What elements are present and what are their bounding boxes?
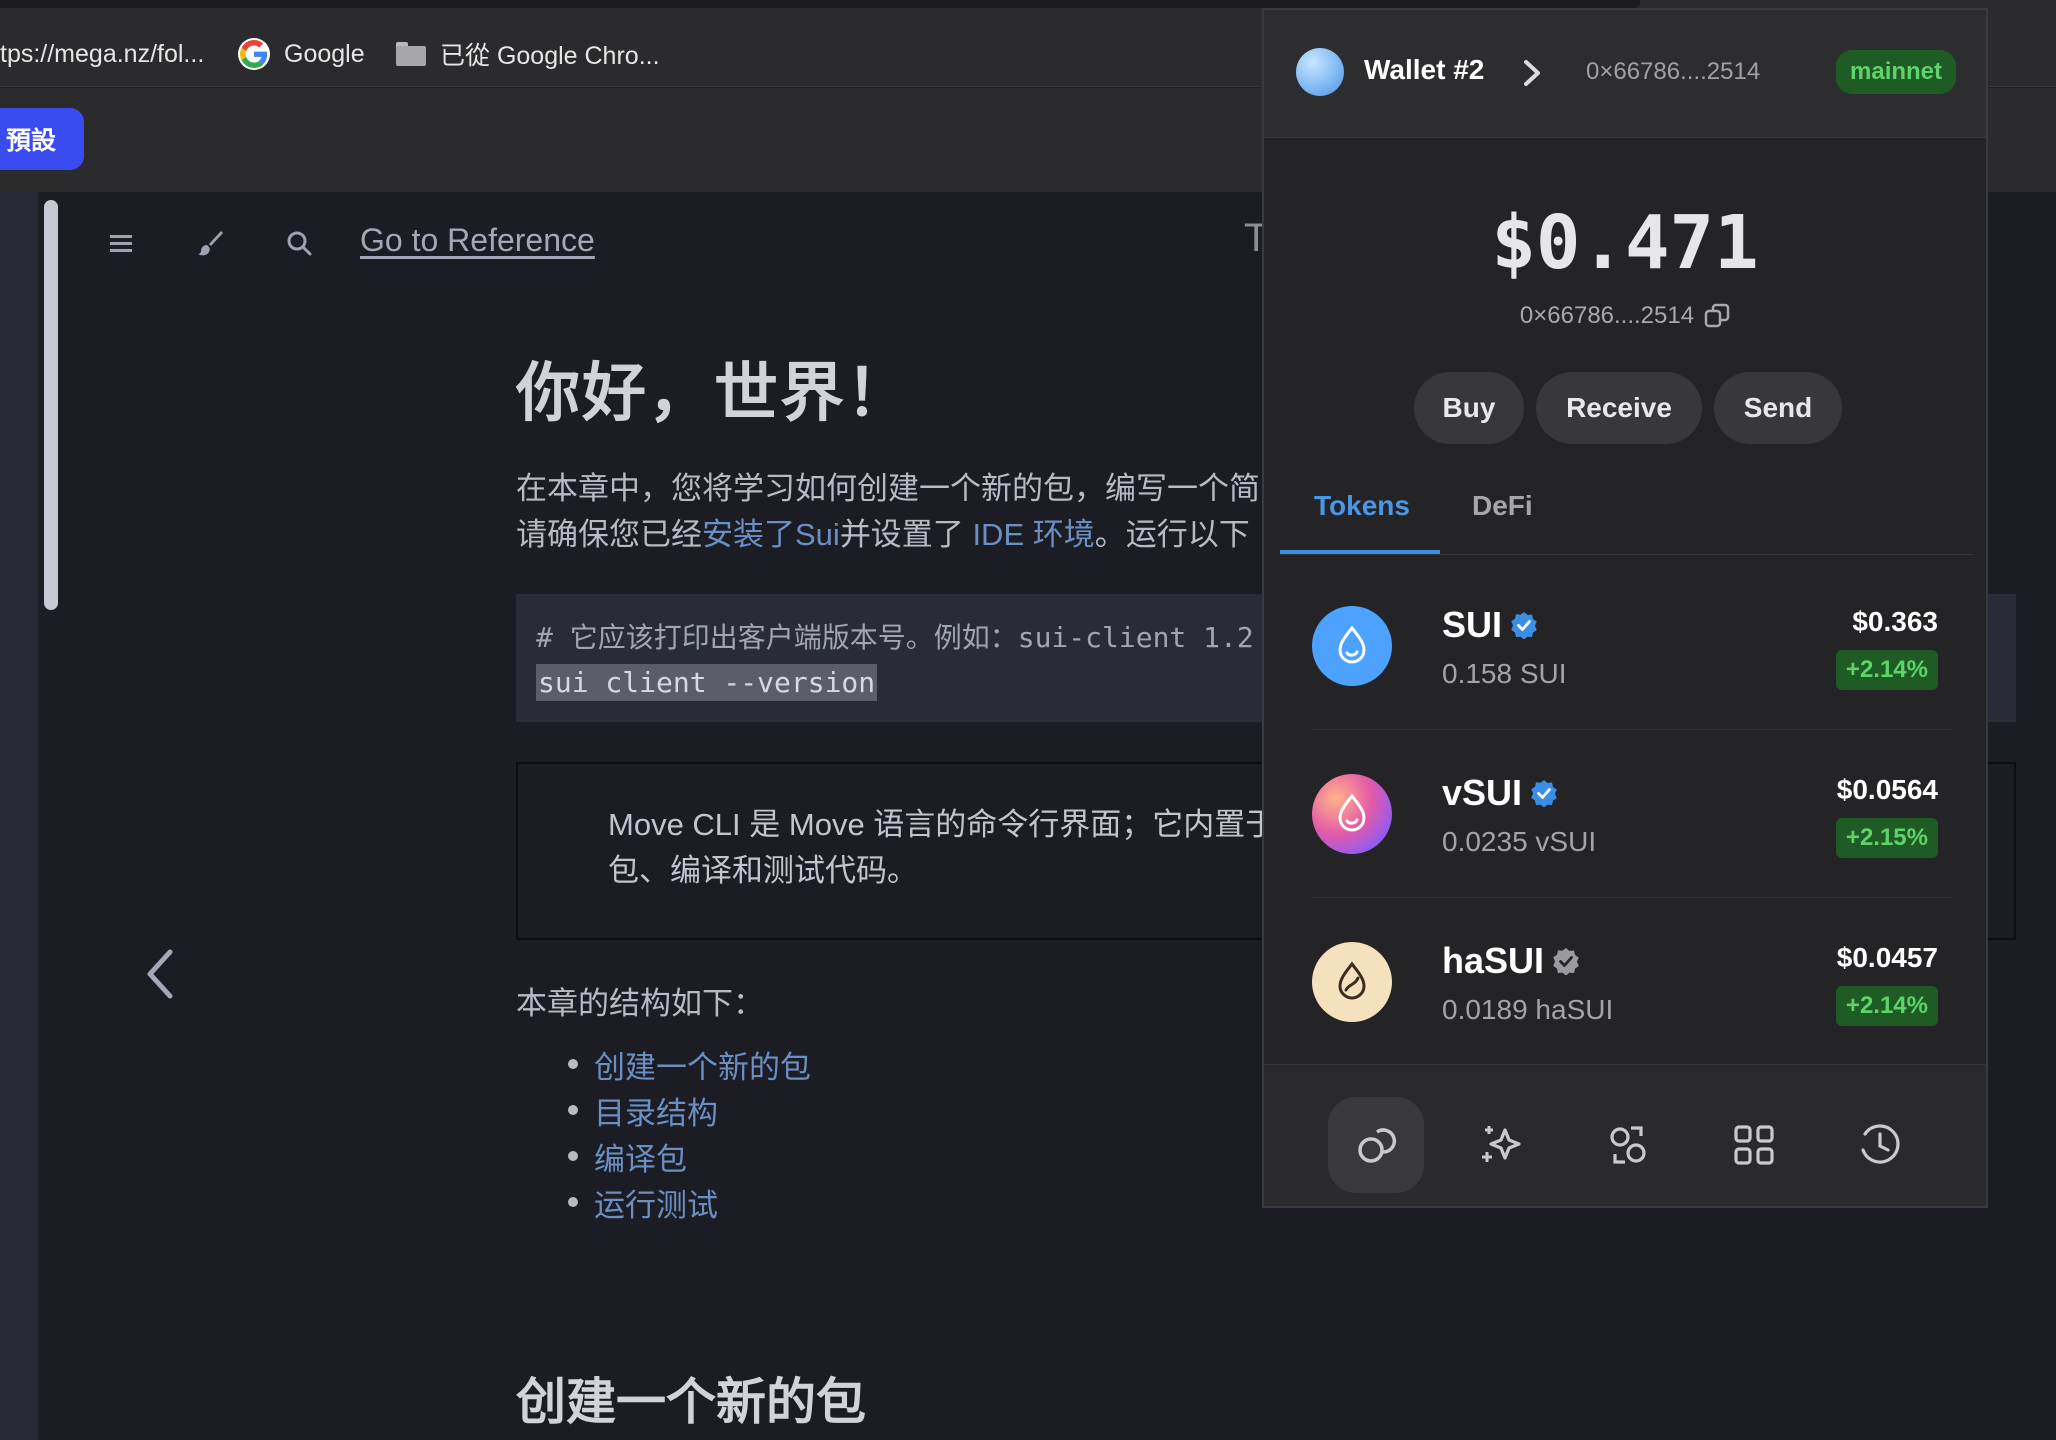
token-change-badge: +2.14% xyxy=(1835,650,1938,690)
toc-link[interactable]: 编译包 xyxy=(568,1134,811,1180)
token-symbol-text: vSUI xyxy=(1442,772,1523,813)
token-amount: 0.0189 haSUI xyxy=(1442,994,1614,1025)
token-row-sui[interactable]: SUI 0.158 SUI $0.363 +2.14% xyxy=(1312,562,1952,730)
chevron-right-icon[interactable] xyxy=(1518,56,1546,90)
intro-line-2: 请确保您已经安装了Sui并设置了 IDE 环境。运行以下 xyxy=(516,512,1250,558)
bookmark-label: Google xyxy=(284,39,365,68)
token-symbol-text: SUI xyxy=(1442,604,1503,645)
total-balance: $0.471 xyxy=(1491,200,1759,286)
intro-text: 。运行以下 xyxy=(1094,517,1250,552)
intro-text: 请确保您已经 xyxy=(516,517,702,552)
install-sui-link[interactable]: 安装了Sui xyxy=(702,517,840,552)
token-change-badge: +2.15% xyxy=(1835,818,1938,858)
token-amount: 0.158 SUI xyxy=(1442,658,1567,689)
note-line: 包、编译和测试代码。 xyxy=(608,853,918,888)
section-heading: 创建一个新的包 xyxy=(516,1374,866,1430)
nav-swap[interactable] xyxy=(1580,1097,1676,1193)
code-command-selected[interactable]: sui client --version xyxy=(536,664,878,701)
address-copy-row: 0×66786....2514 xyxy=(1264,302,1986,330)
nav-apps[interactable] xyxy=(1706,1097,1802,1193)
token-row-hasui[interactable]: haSUI 0.0189 haSUI $0.0457 +2.14% xyxy=(1312,898,1952,1066)
address-text: 0×66786....2514 xyxy=(1519,302,1695,329)
bookmark-mega[interactable]: tps://mega.nz/fol... xyxy=(0,39,204,69)
go-to-reference-link[interactable]: Go to Reference xyxy=(360,222,595,259)
scrollbar-thumb[interactable] xyxy=(44,200,58,610)
wallet-popup: Wallet #2 0×66786....2514 mainnet $0.471… xyxy=(1262,8,1988,1208)
table-of-contents: 创建一个新的包 目录结构 编译包 运行测试 xyxy=(568,1042,811,1226)
toc-link[interactable]: 创建一个新的包 xyxy=(568,1042,811,1088)
wallet-name[interactable]: Wallet #2 xyxy=(1364,54,1484,86)
history-icon xyxy=(1861,1124,1900,1164)
intro-text: 并设置了 xyxy=(839,517,964,552)
tab-tokens[interactable]: Tokens xyxy=(1314,490,1410,522)
sidebar-rail xyxy=(0,192,38,1440)
toc-intro: 本章的结构如下： xyxy=(516,986,764,1021)
token-row-vsui[interactable]: vSUI 0.0235 vSUI $0.0564 +2.15% xyxy=(1312,730,1952,898)
wallet-avatar[interactable] xyxy=(1296,48,1344,96)
tab-bar xyxy=(0,0,1640,8)
token-symbol: vSUI xyxy=(1442,772,1558,814)
bookmark-folder[interactable]: 已從 Google Chro... xyxy=(396,39,660,70)
sparkle-icon xyxy=(1482,1126,1521,1162)
token-symbol: SUI xyxy=(1442,604,1538,646)
copy-icon[interactable] xyxy=(1704,303,1730,329)
coins-icon xyxy=(1358,1128,1397,1163)
nav-coins[interactable] xyxy=(1328,1097,1424,1193)
receive-button[interactable]: Receive xyxy=(1536,372,1702,444)
token-change-badge: +2.14% xyxy=(1835,986,1938,1026)
ide-setup-link[interactable]: IDE 环境 xyxy=(972,517,1094,552)
intro-line-1: 在本章中，您将学习如何创建一个新的包，编写一个简 xyxy=(516,471,1260,506)
swap-icon xyxy=(1610,1126,1646,1164)
tab-divider xyxy=(1280,554,1974,555)
paintbrush-icon[interactable] xyxy=(193,226,227,260)
token-usd-value: $0.0457 xyxy=(1836,942,1938,973)
toc-link[interactable]: 运行测试 xyxy=(568,1180,811,1226)
nav-earn[interactable] xyxy=(1454,1097,1550,1193)
nav-history[interactable] xyxy=(1832,1097,1928,1193)
google-icon xyxy=(238,38,270,70)
vsui-logo-icon xyxy=(1312,774,1392,854)
token-usd-value: $0.363 xyxy=(1852,606,1938,637)
verified-badge-icon xyxy=(1511,612,1537,639)
network-badge[interactable]: mainnet xyxy=(1836,50,1957,94)
apps-grid-icon xyxy=(1734,1125,1774,1165)
tab-defi[interactable]: DeFi xyxy=(1472,490,1533,522)
token-symbol: haSUI xyxy=(1442,940,1580,982)
note-line: Move CLI 是 Move 语言的命令行界面；它内置于 xyxy=(608,807,1277,842)
preset-button[interactable]: 預設 xyxy=(0,108,84,170)
code-comment: # 它应该打印出客户端版本号。例如：sui-client 1.2 xyxy=(536,621,1254,654)
hasui-logo-icon xyxy=(1312,942,1392,1022)
previous-page-chevron-icon[interactable] xyxy=(140,944,180,1004)
toc-link[interactable]: 目录结构 xyxy=(568,1088,811,1134)
verified-badge-icon xyxy=(1553,948,1579,975)
verified-badge-icon xyxy=(1531,780,1557,807)
wallet-header: Wallet #2 0×66786....2514 mainnet xyxy=(1264,10,1986,138)
search-icon[interactable] xyxy=(282,226,316,260)
folder-icon xyxy=(396,42,426,66)
token-symbol-text: haSUI xyxy=(1442,940,1545,981)
note-text: Move CLI 是 Move 语言的命令行界面；它内置于 包、编译和测试代码。 xyxy=(608,802,1276,894)
wallet-bottom-nav xyxy=(1264,1064,1986,1206)
send-button[interactable]: Send xyxy=(1714,372,1842,444)
token-usd-value: $0.0564 xyxy=(1836,774,1938,805)
sui-logo-icon xyxy=(1312,606,1392,686)
page-heading: 你好，世界！ xyxy=(516,357,912,429)
menu-icon[interactable] xyxy=(104,226,138,260)
bookmark-label: tps://mega.nz/fol... xyxy=(0,39,205,68)
bookmark-google[interactable]: Google xyxy=(238,38,365,70)
wallet-address[interactable]: 0×66786....2514 xyxy=(1586,58,1760,86)
buy-button[interactable]: Buy xyxy=(1414,372,1524,444)
token-amount: 0.0235 vSUI xyxy=(1442,826,1597,857)
bookmark-label: 已從 Google Chro... xyxy=(440,42,660,70)
